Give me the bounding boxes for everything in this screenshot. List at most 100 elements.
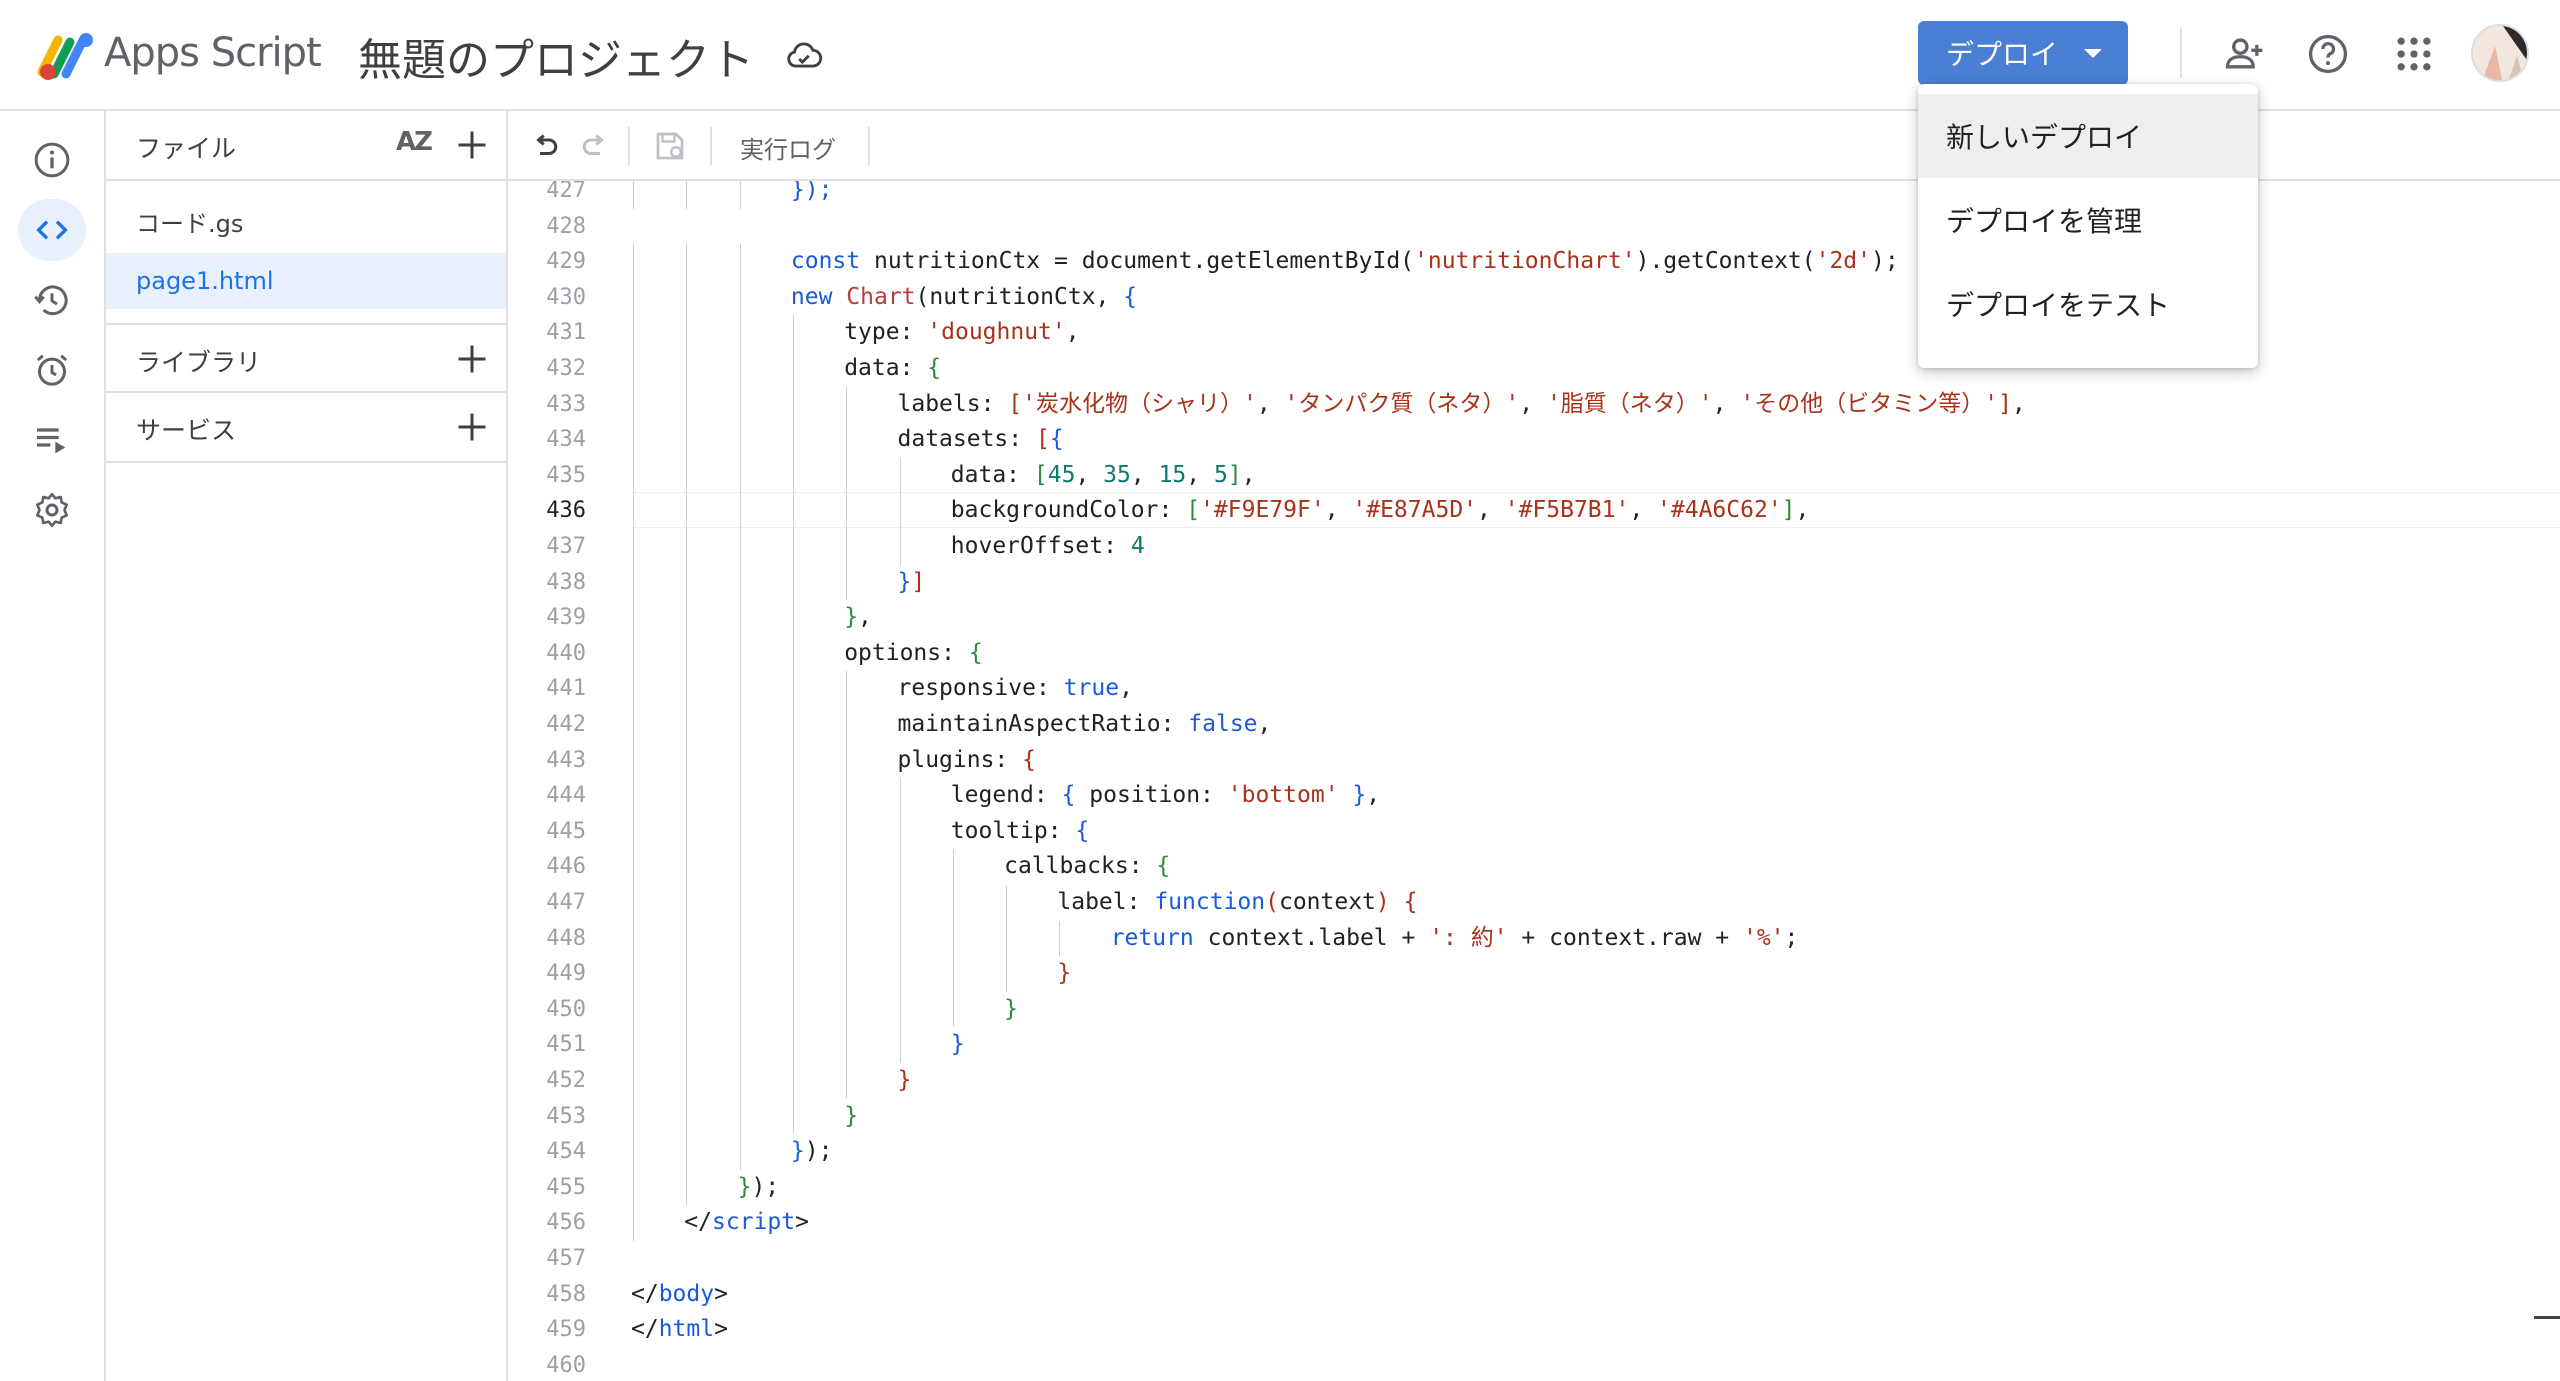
file-item-code-gs[interactable]: コード.gs (106, 193, 506, 249)
indent-guide (739, 956, 741, 992)
code-token: , (858, 604, 872, 631)
execution-list-icon (37, 428, 66, 454)
redo-icon[interactable] (576, 128, 612, 164)
code-token: ).getContext( (1635, 248, 1816, 275)
indent-guide (1006, 920, 1008, 957)
line-number: 433 (546, 391, 586, 417)
line-number: 454 (546, 1139, 586, 1165)
indent-guide (633, 1063, 634, 1099)
indent-guide (899, 885, 901, 921)
line-number: 450 (546, 996, 586, 1022)
code-line: </html> (631, 1312, 728, 1348)
avatar[interactable] (2471, 24, 2529, 82)
undo-icon[interactable] (528, 128, 564, 164)
add-library-icon[interactable] (454, 341, 490, 377)
indent-guide (739, 244, 741, 280)
code-token: true (1063, 675, 1120, 702)
code-token: ] (1227, 461, 1242, 488)
help-icon[interactable] (2306, 32, 2350, 76)
indent-guide (686, 493, 688, 529)
code-token: ); (1871, 248, 1899, 275)
code-line: options: { (844, 636, 982, 672)
indent-guide (633, 386, 634, 423)
code-token: , (1629, 497, 1658, 524)
line-number: 446 (546, 854, 586, 880)
indent-guide (792, 422, 794, 458)
code-token: data: (950, 461, 1034, 488)
code-token: '#4A6C62' (1657, 497, 1782, 524)
code-token: }); (790, 181, 833, 203)
nav-settings[interactable] (18, 479, 86, 541)
menu-item-test-deploy[interactable]: デプロイをテスト (1918, 262, 2258, 346)
nav-triggers[interactable] (18, 339, 86, 401)
code-token: 5 (1213, 461, 1228, 488)
save-icon[interactable] (652, 128, 688, 164)
indent-guide (686, 457, 688, 494)
indent-guide (739, 422, 741, 458)
indent-guide (686, 529, 688, 565)
indent-guide (739, 991, 741, 1028)
sort-az-icon[interactable]: AZ (396, 127, 433, 157)
menu-item-manage-deploy[interactable]: デプロイを管理 (1918, 178, 2258, 262)
add-service-icon[interactable] (454, 409, 490, 445)
indent-guide (633, 778, 634, 814)
indent-guide (686, 956, 688, 992)
indent-guide (899, 956, 901, 992)
app-name[interactable]: Apps Script (104, 30, 322, 76)
code-token: , (1324, 497, 1353, 524)
code-token: , (1257, 711, 1272, 737)
indent-guide (686, 742, 688, 779)
line-number: 448 (546, 925, 586, 951)
nav-editor[interactable] (18, 199, 86, 261)
file-item-page1-html[interactable]: page1.html (106, 253, 506, 309)
deploy-button-label: デプロイ (1946, 38, 2059, 71)
add-file-icon[interactable] (454, 127, 490, 163)
code-token: body (658, 1280, 715, 1307)
execution-log-button[interactable]: 実行ログ (740, 130, 836, 165)
indent-guide (846, 671, 848, 707)
nav-history[interactable] (18, 269, 86, 331)
code-line: return context.label + ': 約' + context.r… (1111, 921, 1799, 957)
code-line: } (1057, 956, 1071, 992)
person-add-icon[interactable] (2222, 32, 2266, 76)
line-number: 438 (546, 569, 586, 595)
code-token: , (1519, 390, 1547, 417)
indent-guide (739, 920, 741, 957)
indent-guide (792, 991, 794, 1028)
code-token: , (1075, 461, 1104, 488)
indent-guide (1059, 920, 1061, 957)
menu-item-new-deploy[interactable]: 新しいデプロイ (1918, 94, 2258, 178)
indent-guide (792, 564, 794, 601)
code-token: [ (1033, 461, 1048, 488)
apps-script-logo[interactable] (36, 28, 98, 82)
code-token: ); (751, 1173, 780, 1200)
code-line: type: 'doughnut', (844, 315, 1079, 351)
indent-guide (686, 181, 688, 209)
line-number: 451 (546, 1032, 586, 1058)
code-token: 35 (1103, 461, 1131, 488)
indent-guide (792, 315, 794, 351)
indent-guide (686, 1027, 688, 1063)
code-token: context (1278, 889, 1376, 915)
nav-overview[interactable] (18, 129, 86, 191)
code-token: , (1366, 782, 1381, 809)
deploy-button[interactable]: デプロイ (1918, 21, 2128, 85)
nav-executions[interactable] (18, 409, 86, 471)
code-token: datasets: (897, 426, 1036, 453)
code-token: ; (1784, 924, 1799, 951)
line-number: 459 (546, 1317, 586, 1343)
indent-guide (739, 279, 741, 316)
indent-guide (846, 956, 848, 992)
scrollbar-marker[interactable] (2534, 1316, 2560, 1319)
line-number: 455 (546, 1174, 586, 1200)
code-token: responsive: (897, 675, 1064, 702)
indent-guide (633, 422, 634, 458)
code-token: [ (1035, 426, 1050, 453)
code-token: html (658, 1316, 715, 1343)
project-title[interactable]: 無題のプロジェクト (358, 24, 754, 88)
code-token: '#F9E79F' (1200, 497, 1325, 524)
indent-guide (739, 813, 741, 850)
line-number: 441 (546, 676, 586, 702)
apps-grid-icon[interactable] (2392, 32, 2436, 76)
indent-guide (686, 671, 688, 707)
